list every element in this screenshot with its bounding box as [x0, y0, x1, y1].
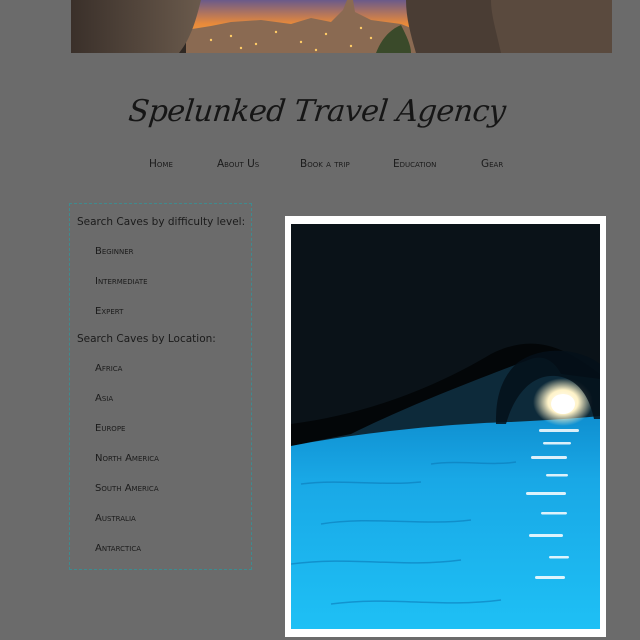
cave-search-sidebar: Search Caves by difficulty level: Beginn… [69, 203, 252, 570]
page: Spelunked Travel Agency Home About Us Bo… [0, 0, 640, 640]
location-africa-link[interactable]: Africa [95, 363, 122, 374]
location-australia-link[interactable]: Australia [95, 513, 136, 524]
main-nav: Home About Us Book a trip Education Gear [0, 158, 640, 176]
location-north-america-link[interactable]: North America [95, 453, 159, 464]
nav-gear[interactable]: Gear [481, 158, 503, 170]
nav-about-us[interactable]: About Us [217, 158, 259, 170]
cave-photo-frame [285, 216, 606, 637]
location-europe-link[interactable]: Europe [95, 423, 125, 434]
nav-education[interactable]: Education [393, 158, 436, 170]
header-banner-image [71, 0, 612, 53]
nav-book-a-trip[interactable]: Book a trip [300, 158, 350, 170]
location-antarctica-link[interactable]: Antarctica [95, 543, 141, 554]
location-south-america-link[interactable]: South America [95, 483, 159, 494]
difficulty-beginner-link[interactable]: Beginner [95, 246, 134, 257]
location-asia-link[interactable]: Asia [95, 393, 113, 404]
difficulty-heading: Search Caves by difficulty level: [77, 216, 246, 228]
nav-home[interactable]: Home [149, 158, 173, 170]
blue-grotto-photo [291, 224, 600, 629]
difficulty-intermediate-link[interactable]: Intermediate [95, 276, 148, 287]
difficulty-expert-link[interactable]: Expert [95, 306, 123, 317]
site-title: Spelunked Travel Agency [126, 94, 508, 129]
location-heading: Search Caves by Location: [77, 333, 216, 345]
